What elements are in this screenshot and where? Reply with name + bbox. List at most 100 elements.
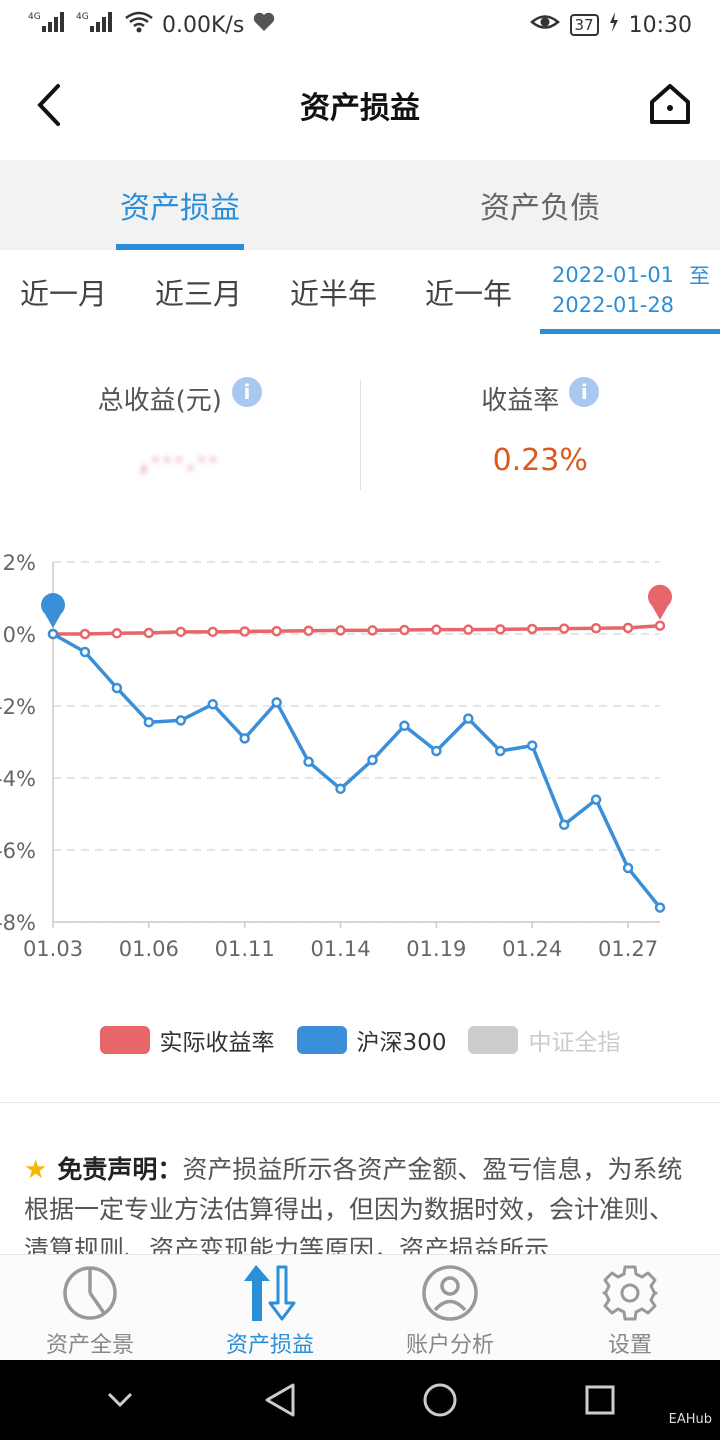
series-point-0 [495, 624, 506, 635]
series-point-1 [271, 697, 282, 708]
charging-icon [609, 12, 619, 38]
status-left: 4G 4G 0.00K/s [28, 10, 276, 40]
legend-item-csi-all[interactable]: 中证全指 [468, 1023, 620, 1057]
series-line-1 [52, 632, 662, 909]
series-point-0 [175, 626, 187, 638]
svg-text:4G: 4G [28, 12, 41, 22]
series-point-1 [463, 713, 474, 724]
period-6-months[interactable]: 近半年 [270, 271, 405, 313]
system-back-button[interactable] [260, 1380, 300, 1420]
legend-label: 实际收益率 [159, 1030, 275, 1056]
series-point-1 [654, 902, 666, 913]
series-point-0 [111, 628, 123, 639]
series-point-1 [47, 628, 59, 640]
period-1-year[interactable]: 近一年 [405, 271, 540, 313]
triangle-back-icon [265, 1383, 295, 1417]
series-point-1 [335, 783, 346, 795]
bottom-nav: 资产全景 资产损益 账户分析 设置 [0, 1254, 720, 1360]
status-bar: 4G 4G 0.00K/s 37 10:30 [0, 0, 720, 50]
hide-keyboard-button[interactable] [100, 1380, 140, 1420]
return-rate-value: 0.23% [492, 443, 588, 478]
period-1-month[interactable]: 近一月 [0, 271, 135, 313]
series-point-1 [175, 715, 187, 726]
y-tick-label: -2% [0, 695, 36, 719]
return-rate-block: 收益率 i 0.23% [361, 376, 720, 495]
signal-icon-1: 4G [28, 10, 68, 40]
y-tick-label: -6% [0, 839, 36, 863]
back-button[interactable] [30, 80, 70, 130]
series-point-1 [399, 720, 410, 732]
wifi-icon [124, 10, 154, 40]
system-recents-button[interactable] [580, 1380, 620, 1420]
total-profit-label-row: 总收益(元) i [97, 376, 262, 417]
series-point-1 [111, 682, 123, 694]
series-point-0 [207, 626, 218, 638]
series-point-0 [463, 624, 474, 635]
pie-chart-icon [63, 1266, 117, 1320]
bottom-nav-account-analysis[interactable]: 账户分析 [360, 1255, 540, 1360]
eye-icon [529, 11, 560, 39]
main-tabs: 资产损益 资产负债 [0, 160, 720, 250]
period-selector: 近一月 近三月 近半年 近一年 2022-01-01 2022-01-28 至 [0, 250, 720, 334]
bottom-nav-asset-overview[interactable]: 资产全景 [0, 1255, 180, 1360]
total-profit-value: ,···.·· [139, 443, 221, 478]
series-point-1 [367, 754, 378, 766]
bottom-nav-settings[interactable]: 设置 [540, 1255, 720, 1360]
series-point-1 [431, 745, 442, 757]
user-icon [422, 1265, 478, 1321]
tab-asset-liability[interactable]: 资产负债 [360, 160, 720, 250]
page-title: 资产损益 [300, 91, 420, 126]
start-marker-icon [41, 593, 66, 628]
up-down-arrows-icon [244, 1265, 296, 1321]
circle-home-icon [423, 1383, 457, 1417]
legend-item-actual[interactable]: 实际收益率 [99, 1023, 275, 1057]
period-3-months[interactable]: 近三月 [135, 271, 270, 313]
square-recents-icon [585, 1385, 615, 1415]
gear-icon [602, 1265, 658, 1321]
series-point-1 [495, 745, 506, 757]
watermark: EAHub [668, 1412, 712, 1427]
y-tick-label: 2% [3, 551, 36, 575]
legend-item-hs300[interactable]: 沪深300 [296, 1023, 447, 1057]
battery-indicator: 37 [569, 14, 599, 36]
disclaimer: ★ 免责声明：资产损益所示各资产金额、盈亏信息，为系统根据一定专业方法估算得出，但… [24, 1150, 694, 1254]
info-icon[interactable]: i [231, 376, 262, 407]
return-rate-label: 收益率 [481, 386, 560, 416]
info-icon[interactable]: i [569, 376, 600, 407]
series-point-1 [207, 698, 218, 710]
chart-svg: 2% 0% -2% -4% -6% -8%01.03 01.06 01.11 01.14 01.1… [0, 551, 672, 961]
y-tick-label: -8% [0, 911, 36, 935]
legend-swatch [296, 1026, 347, 1054]
series-point-0 [367, 625, 378, 636]
y-tick-label: -4% [0, 767, 36, 791]
svg-text:4G: 4G [76, 12, 89, 22]
total-profit-label: 总收益(元) [97, 386, 222, 416]
series-point-0 [431, 624, 442, 635]
home-button[interactable] [648, 82, 692, 126]
clock: 10:30 [628, 12, 692, 38]
series-point-1 [622, 862, 634, 874]
series-point-0 [303, 625, 314, 637]
series-point-0 [526, 623, 538, 635]
series-point-1 [526, 740, 538, 751]
series-point-0 [79, 628, 91, 640]
series-point-1 [590, 794, 602, 805]
return-rate-label-row: 收益率 i [481, 376, 600, 417]
legend-swatch [468, 1026, 519, 1054]
legend-label: 沪深300 [356, 1030, 447, 1056]
x-tick-label: 01.19 [406, 937, 466, 961]
home-icon [650, 84, 690, 124]
custom-date-range[interactable]: 2022-01-01 2022-01-28 至 [540, 250, 720, 334]
total-profit-block: 总收益(元) i ,···.·· [0, 376, 360, 495]
bottom-nav-asset-profit[interactable]: 资产损益 [180, 1255, 360, 1360]
series-point-1 [558, 819, 570, 831]
legend-swatch [99, 1026, 150, 1054]
end-marker-icon [648, 584, 672, 620]
bottom-nav-label: 设置 [607, 1333, 652, 1358]
x-tick-label: 01.24 [502, 937, 562, 961]
bottom-nav-label: 资产全景 [45, 1333, 134, 1358]
system-home-button[interactable] [420, 1380, 460, 1420]
range-end: 2022-01-28 [552, 292, 675, 317]
tab-asset-profit[interactable]: 资产损益 [0, 160, 360, 250]
series-point-0 [143, 627, 155, 639]
